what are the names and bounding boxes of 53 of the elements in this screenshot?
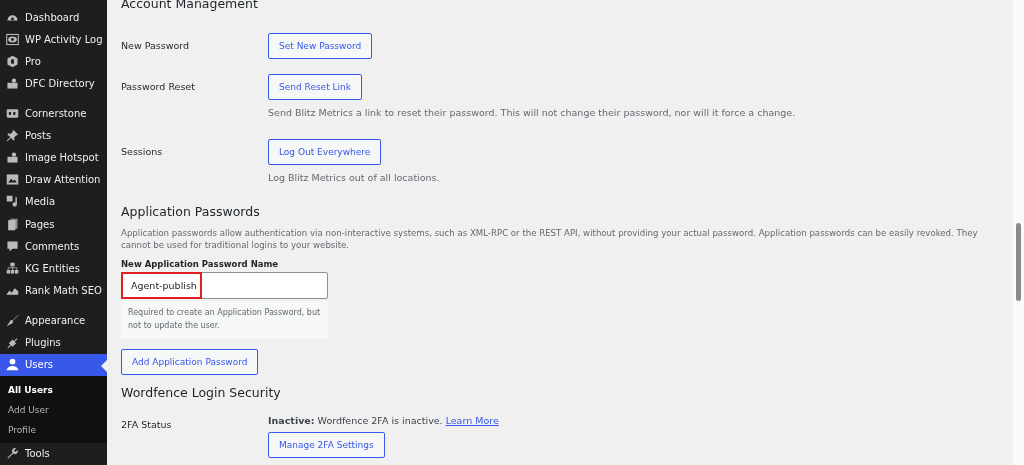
section-heading: Wordfence Login Security <box>121 385 282 401</box>
secondary-button[interactable]: Add Application Password <box>121 349 259 376</box>
hierarchy-icon <box>6 262 19 276</box>
secondary-button[interactable]: Log Out Everywhere <box>268 138 382 165</box>
pages-icon <box>6 217 19 231</box>
menu-item[interactable]: Pages <box>0 213 107 236</box>
menu-item[interactable]: Dashboard <box>0 6 107 29</box>
learn-more-link[interactable]: Learn More <box>445 415 499 427</box>
menu-item[interactable]: Cornerstone <box>0 101 107 125</box>
secondary-button[interactable]: Send Reset Link <box>268 74 362 100</box>
field-label: Sessions <box>121 144 164 157</box>
menu-item[interactable]: Image Hotspot <box>0 146 107 169</box>
menu-item[interactable]: Media <box>0 190 107 214</box>
section-heading: Application Passwords <box>121 203 261 219</box>
menu-item[interactable]: Posts <box>0 124 107 147</box>
text-input-field[interactable]: Agent-publish <box>121 272 328 300</box>
menu-item[interactable]: DFC Directory <box>0 72 107 95</box>
secondary-button[interactable]: Manage 2FA Settings <box>268 432 385 459</box>
field-label: New Password <box>121 39 191 51</box>
menu-item[interactable]: Users <box>0 353 107 376</box>
menu-item[interactable]: Rank Math SEO <box>0 279 107 303</box>
menu-item[interactable]: Tools <box>0 442 107 465</box>
cs-logo-icon <box>6 106 19 120</box>
scrollbar-thumb[interactable] <box>1016 223 1021 301</box>
menu-item[interactable]: KG Entities <box>0 257 107 280</box>
field-label: Password Reset <box>121 80 196 92</box>
status-text: Inactive: Wordfence 2FA is inactive. <box>268 415 443 427</box>
paintbrush-icon <box>6 313 19 327</box>
speech-bubble-icon <box>6 239 19 253</box>
menu-item[interactable]: WP Activity Log <box>0 28 107 51</box>
submenu-item[interactable]: All Users <box>0 379 107 400</box>
help-text: Required to create an Application Password, but not to update the user. <box>121 301 328 340</box>
submenu-item[interactable]: Profile <box>0 419 107 440</box>
description-text: Application passwords allow authentication via non-interactive systems, such as XML-RPC or the REST API, without providing your actual password. Application passwords can be easily revoked. They cannot be used for traditional logins to your website. <box>121 226 979 252</box>
description-text: Log Blitz Metrics out of all locations. <box>268 170 440 185</box>
menu-item[interactable]: Draw Attention <box>0 168 107 191</box>
user-icon <box>6 358 19 372</box>
description-text: Send Blitz Metrics a link to reset their password. This will not change their password, nor will it force a change. <box>268 106 796 120</box>
secondary-button[interactable]: Set New Password <box>268 33 373 59</box>
media-icon <box>6 195 19 209</box>
plug-icon <box>6 335 19 349</box>
pushpin-icon <box>6 128 19 142</box>
hexagon-icon <box>6 55 19 69</box>
picture-frame-icon <box>6 173 19 187</box>
field-label: 2FA Status <box>121 418 173 431</box>
menu-item[interactable]: Comments <box>0 235 107 258</box>
menu-item[interactable]: Pro <box>0 50 107 73</box>
field-label: New Application Password Name <box>121 259 280 270</box>
menu-item[interactable]: Plugins <box>0 331 107 354</box>
eye-icon <box>6 32 19 46</box>
menu-item[interactable]: Appearance <box>0 309 107 332</box>
submenu-item[interactable]: Add User <box>0 399 107 420</box>
wrench-icon <box>6 447 19 461</box>
